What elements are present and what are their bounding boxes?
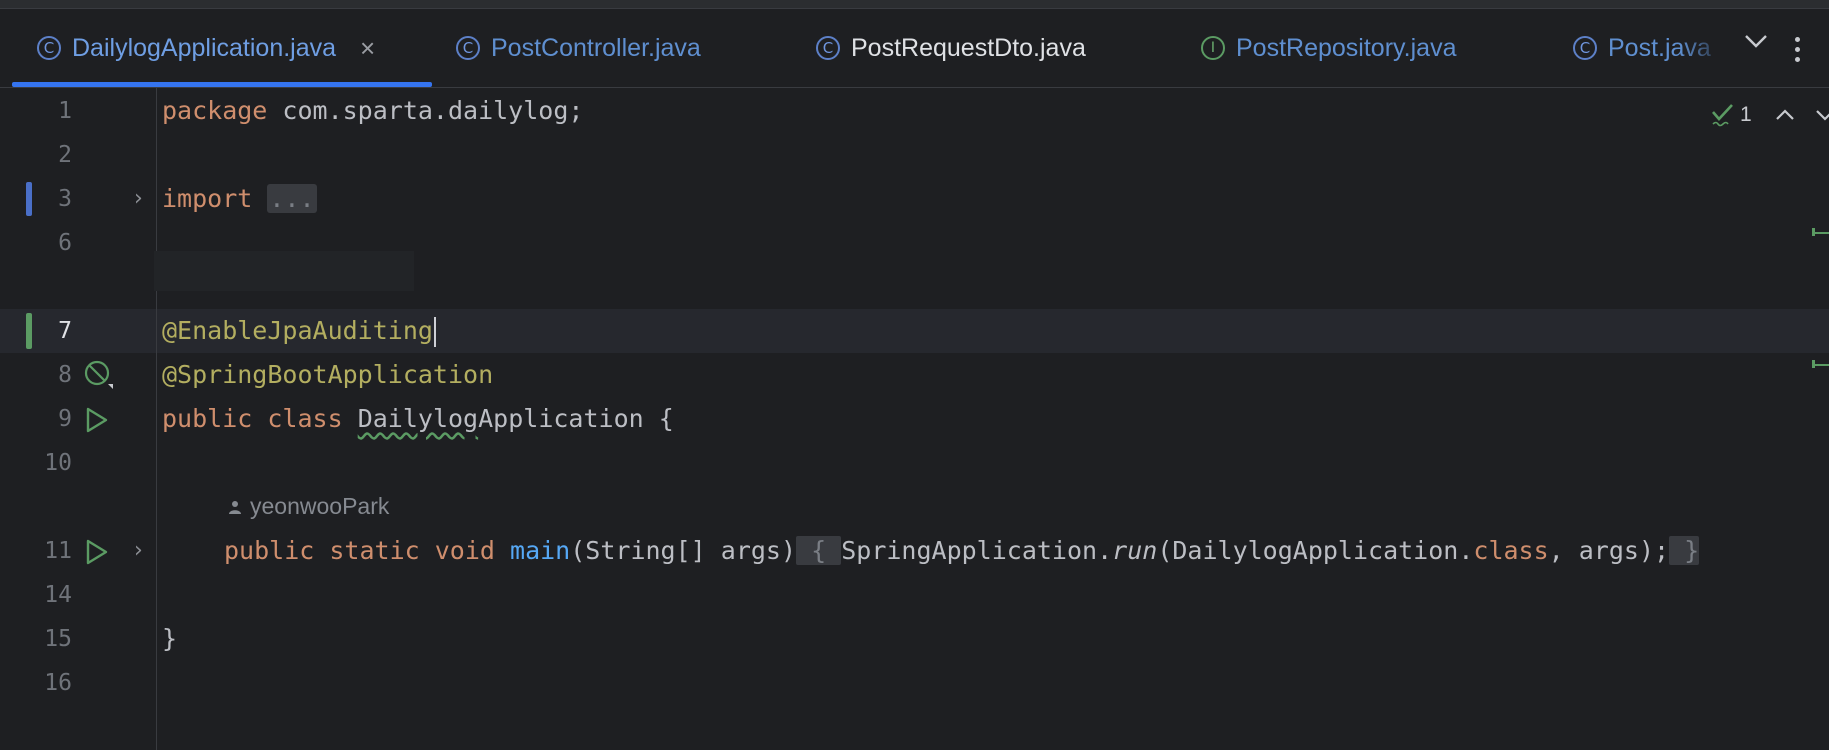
person-icon [229,500,241,514]
scrollbar-change-marker [1812,228,1815,236]
code-line-15[interactable]: } [162,624,177,653]
tab-overflow-fade [1680,9,1740,87]
close-icon[interactable]: × [360,33,375,64]
line-number: 15 [44,626,72,652]
interface-icon: I [1201,36,1225,60]
code-line-3[interactable]: import ... [162,184,317,213]
code-line-1[interactable]: package com.sparta.dailylog; [162,96,583,125]
annotation: @SpringBootApplication [162,360,494,389]
call-object: SpringApplication. [841,536,1113,565]
code-vision-author[interactable]: yeonwooPark [228,493,389,520]
folded-region-shadow [154,251,414,291]
scrollbar-change-marker [1812,360,1815,368]
parameters: (String[] args) [570,536,797,565]
line-number: 7 [58,318,72,344]
tab-label: PostController.java [491,33,701,62]
keyword: package [162,96,268,125]
chevron-up-icon[interactable] [1774,108,1796,122]
code-line-11[interactable]: public static void main(String[] args) {… [224,536,1700,565]
tab-label: DailylogApplication.java [72,33,337,62]
tab-post-repository[interactable]: I PostRepository.java [1201,9,1456,87]
keyword: class [1473,536,1549,565]
class-icon: C [1573,36,1597,60]
code-editor[interactable]: 1 2 3 6 7 8 9 10 11 14 15 16 › › package… [0,88,1829,750]
text-caret [433,317,436,347]
author-name: yeonwooPark [250,493,390,519]
folded-brace-open[interactable]: { [811,536,826,565]
code-line-9[interactable]: public class DailylogApplication { [162,404,674,433]
tab-label: PostRepository.java [1236,33,1457,62]
run-icon[interactable] [84,538,110,566]
keyword: static [329,536,420,565]
class-name-typo[interactable]: Dailylog [358,404,478,433]
call-args: , args); [1548,536,1670,565]
line-number: 6 [58,230,72,256]
brace: } [162,624,178,653]
fold-chevron-icon[interactable]: › [134,538,143,563]
line-number: 2 [58,142,72,168]
keyword: import [162,184,253,213]
tab-dailylog-application[interactable]: C DailylogApplication.java × [37,9,375,87]
line-number: 9 [58,406,72,432]
chevron-down-icon[interactable] [1814,108,1829,122]
chevron-down-icon[interactable] [1743,33,1769,49]
class-name: Application [478,404,644,433]
tab-post-request-dto[interactable]: C PostRequestDto.java [816,9,1086,87]
line-number: 1 [58,98,72,124]
fold-chevron-icon[interactable]: › [134,186,143,211]
inspection-widget[interactable]: 1 [1710,102,1829,128]
line-number: 14 [44,582,72,608]
call-args: (DailylogApplication. [1157,536,1474,565]
code-line-7[interactable]: @EnableJpaAuditing [162,316,436,347]
keyword: public [162,404,253,433]
check-icon [1712,104,1733,127]
active-tab-indicator [12,82,432,87]
class-icon: C [816,36,840,60]
keyword: public [224,536,315,565]
keyword: class [267,404,343,433]
method-name: main [510,536,571,565]
gutter-separator [156,88,157,750]
line-number: 11 [44,538,72,564]
run-icon[interactable] [84,406,110,434]
line-number: 16 [44,670,72,696]
folded-imports[interactable]: ... [267,184,317,213]
brace: { [643,404,674,433]
more-options-icon[interactable] [1795,37,1803,67]
vcs-added-marker[interactable] [26,313,32,349]
folded-brace-close[interactable]: } [1684,536,1699,565]
editor-tab-bar: C DailylogApplication.java × C PostContr… [0,9,1829,88]
line-number: 8 [58,362,72,388]
window-top-strip [0,0,1829,9]
vcs-modified-marker[interactable] [26,182,32,216]
package-name: com.sparta.dailylog; [267,96,584,125]
spring-bean-icon[interactable] [84,360,114,390]
annotation: @EnableJpaAuditing [162,316,433,345]
class-run-icon: C [37,36,61,60]
keyword: void [434,536,495,565]
line-number: 3 [58,186,72,212]
code-line-8[interactable]: @SpringBootApplication [162,360,493,389]
static-method: run [1112,536,1158,565]
class-icon: C [456,36,480,60]
tab-post-controller[interactable]: C PostController.java [456,9,701,87]
line-number: 10 [44,450,72,476]
inspection-count: 1 [1740,103,1752,126]
tab-label: PostRequestDto.java [851,33,1086,62]
